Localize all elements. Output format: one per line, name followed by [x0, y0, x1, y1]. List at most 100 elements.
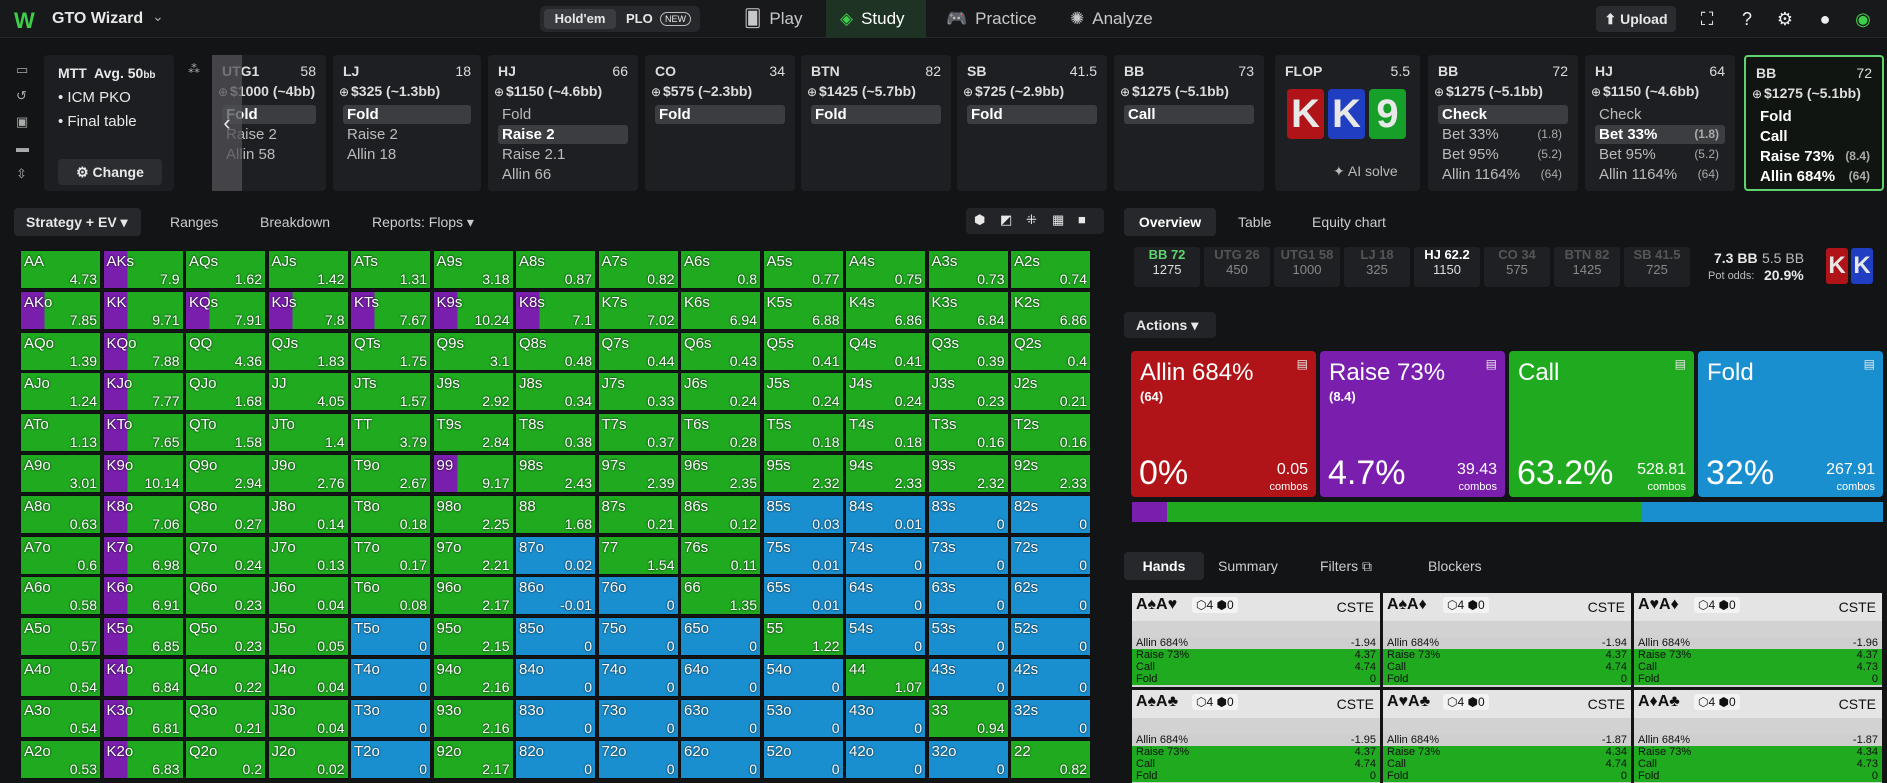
hand-cell[interactable]: JTs 1.57 [350, 372, 431, 412]
combo-cell[interactable]: A♦A♣ ⬡4 ⬢0 CSTE Allin 684% -1.87 Raise 73% 4.3… [1634, 690, 1882, 783]
hand-cell[interactable]: 62s 0 [1010, 576, 1091, 616]
hand-cell[interactable]: A6o 0.58 [20, 576, 101, 616]
action-item[interactable]: Allin 684% (64) [1756, 167, 1876, 186]
ai-solve[interactable]: ✦ AI solve [1333, 163, 1398, 180]
hand-cell[interactable]: 65o 0 [680, 617, 761, 657]
action-item[interactable]: Check [1438, 105, 1568, 124]
action-item[interactable]: Allin 1164% (64) [1438, 165, 1568, 184]
hand-cell[interactable]: 66 1.35 [680, 576, 761, 616]
hand-cell[interactable]: T4o 0 [350, 658, 431, 697]
save-icon[interactable]: ▣ [16, 114, 32, 130]
history-icon[interactable]: ↺ [16, 88, 32, 104]
hand-cell[interactable]: 93o 2.16 [432, 698, 514, 738]
hand-cell[interactable]: 95o 2.15 [432, 617, 514, 657]
hand-cell[interactable]: A6s 0.8 [680, 250, 761, 289]
hand-cell[interactable]: T3o 0 [350, 698, 431, 738]
hand-cell[interactable]: 42o 0 [845, 739, 926, 779]
notes-icon[interactable]: ▤ [1486, 357, 1497, 371]
hand-cell[interactable]: A9o 3.01 [20, 454, 101, 493]
hand-cell[interactable]: 74s 0 [845, 535, 926, 575]
hand-cell[interactable]: 32o 0 [927, 739, 1009, 779]
flop-panel[interactable]: FLOP 5.5 K K 9 ✦ AI solve [1275, 55, 1420, 191]
change-button[interactable]: ⚙ Change [58, 159, 162, 185]
hand-cell[interactable]: KJo 7.77 [102, 372, 184, 412]
hand-cell[interactable]: J9o 2.76 [267, 454, 349, 493]
position-summary[interactable]: HJ 62.2 1150 [1414, 247, 1480, 287]
contrast-icon[interactable]: ◩ [1000, 212, 1012, 228]
chevron-down-icon[interactable]: ⌄ [152, 8, 164, 25]
hand-cell[interactable]: 87s 0.21 [597, 494, 679, 534]
hand-cell[interactable]: A2o 0.53 [20, 739, 101, 779]
hand-cell[interactable]: K7o 6.98 [102, 535, 184, 575]
action-item[interactable]: Raise 73% (8.4) [1756, 147, 1876, 166]
hand-cell[interactable]: 97o 2.21 [432, 535, 514, 575]
action-box-raise[interactable]: Raise 73% (8.4) 4.7% 39.43 combos ▤ [1320, 351, 1505, 497]
hand-cell[interactable]: A3o 0.54 [20, 698, 101, 738]
help-icon[interactable]: ? [1736, 8, 1758, 30]
position-summary[interactable]: BTN 82 1425 [1554, 247, 1620, 287]
hand-cell[interactable]: 55 1.22 [762, 617, 844, 657]
hand-cell[interactable]: 92s 2.33 [1010, 454, 1091, 493]
tab-summary[interactable]: Summary [1218, 552, 1278, 580]
hand-cell[interactable]: J9s 2.92 [432, 372, 514, 412]
hand-cell[interactable]: QJo 1.68 [185, 372, 266, 412]
share-icon[interactable]: ⁂ [188, 62, 200, 76]
hand-cell[interactable]: J7o 0.13 [267, 535, 349, 575]
nav-study[interactable]: ◈ Study [826, 0, 926, 38]
hand-cell[interactable]: A5s 0.77 [762, 250, 844, 289]
tab-blockers[interactable]: Blockers [1428, 552, 1482, 580]
square-icon[interactable]: ■ [1078, 212, 1086, 227]
hand-cell[interactable]: 43s 0 [927, 658, 1009, 697]
cube-icon[interactable]: ⬢ [974, 212, 985, 228]
hand-cell[interactable]: Q3s 0.39 [927, 331, 1009, 371]
hand-cell[interactable]: T4s 0.18 [845, 413, 926, 453]
hand-cell[interactable]: J6o 0.04 [267, 576, 349, 616]
upload-button[interactable]: ⬆ Upload [1596, 6, 1676, 32]
hand-cell[interactable]: Q2s 0.4 [1010, 331, 1091, 371]
align-icon[interactable]: ⇳ [16, 166, 32, 182]
hand-cell[interactable]: 96o 2.17 [432, 576, 514, 616]
position-card-sb[interactable]: SB 41.5 ⊕ $725 (~2.9bb) Fold [957, 55, 1107, 191]
hand-cell[interactable]: 44 1.07 [845, 658, 926, 697]
hand-cell[interactable]: K5s 6.88 [762, 290, 844, 330]
tab-holdem[interactable]: Hold'em [544, 9, 616, 29]
hand-cell[interactable]: A5o 0.57 [20, 617, 101, 657]
hand-cell[interactable]: KJs 7.8 [267, 290, 349, 330]
hand-cell[interactable]: J2o 0.02 [267, 739, 349, 779]
tab-table[interactable]: Table [1238, 208, 1271, 236]
action-item[interactable]: Allin 66 [498, 165, 628, 184]
hand-cell[interactable]: KK 9.71 [102, 290, 184, 330]
hand-cell[interactable]: Q4s 0.41 [845, 331, 926, 371]
action-box-allin[interactable]: Allin 684% (64) 0% 0.05 combos ▤ [1131, 351, 1316, 497]
hand-cell[interactable]: K3s 6.84 [927, 290, 1009, 330]
hand-cell[interactable]: 85s 0.03 [762, 494, 844, 534]
hand-cell[interactable]: T6o 0.08 [350, 576, 431, 616]
hand-cell[interactable]: JJ 4.05 [267, 372, 349, 412]
hand-cell[interactable]: J6s 0.24 [680, 372, 761, 412]
gear-icon[interactable]: ⚙ [1774, 8, 1796, 30]
hand-cell[interactable]: Q8o 0.27 [185, 494, 266, 534]
tab-reports[interactable]: Reports: Flops ▾ [372, 208, 474, 236]
postflop-card-hj[interactable]: HJ 64 ⊕ $1150 (~4.6bb) Check Bet 33% (1.8) Bet … [1585, 55, 1735, 191]
hand-cell[interactable]: 86s 0.12 [680, 494, 761, 534]
hand-cell[interactable]: 95s 2.32 [762, 454, 844, 493]
hand-cell[interactable]: 62o 0 [680, 739, 761, 779]
action-item[interactable]: Allin 1164% (64) [1595, 165, 1725, 184]
position-card-co[interactable]: CO 34 ⊕ $575 (~2.3bb) Fold [645, 55, 795, 191]
hand-cell[interactable]: K4o 6.84 [102, 658, 184, 697]
hand-cell[interactable]: QTo 1.58 [185, 413, 266, 453]
grid9-icon[interactable]: ▦ [1052, 212, 1064, 228]
hand-cell[interactable]: 76o 0 [597, 576, 679, 616]
hand-cell[interactable]: QTs 1.75 [350, 331, 431, 371]
notes-icon[interactable]: ▤ [1864, 357, 1875, 371]
hand-cell[interactable]: Q7s 0.44 [597, 331, 679, 371]
hand-cell[interactable]: Q2o 0.2 [185, 739, 266, 779]
hand-cell[interactable]: K9o 10.14 [102, 454, 184, 493]
action-item[interactable]: Fold [343, 105, 471, 124]
hand-cell[interactable]: 53s 0 [927, 617, 1009, 657]
action-item[interactable]: Fold [967, 105, 1097, 124]
tab-filters[interactable]: Filters ⧉ [1320, 552, 1372, 580]
hand-cell[interactable]: T6s 0.28 [680, 413, 761, 453]
hand-cell[interactable]: T3s 0.16 [927, 413, 1009, 453]
position-card-hj[interactable]: HJ 66 ⊕ $1150 (~4.6bb) Fold Raise 2 Raise 2.1 A… [488, 55, 638, 191]
